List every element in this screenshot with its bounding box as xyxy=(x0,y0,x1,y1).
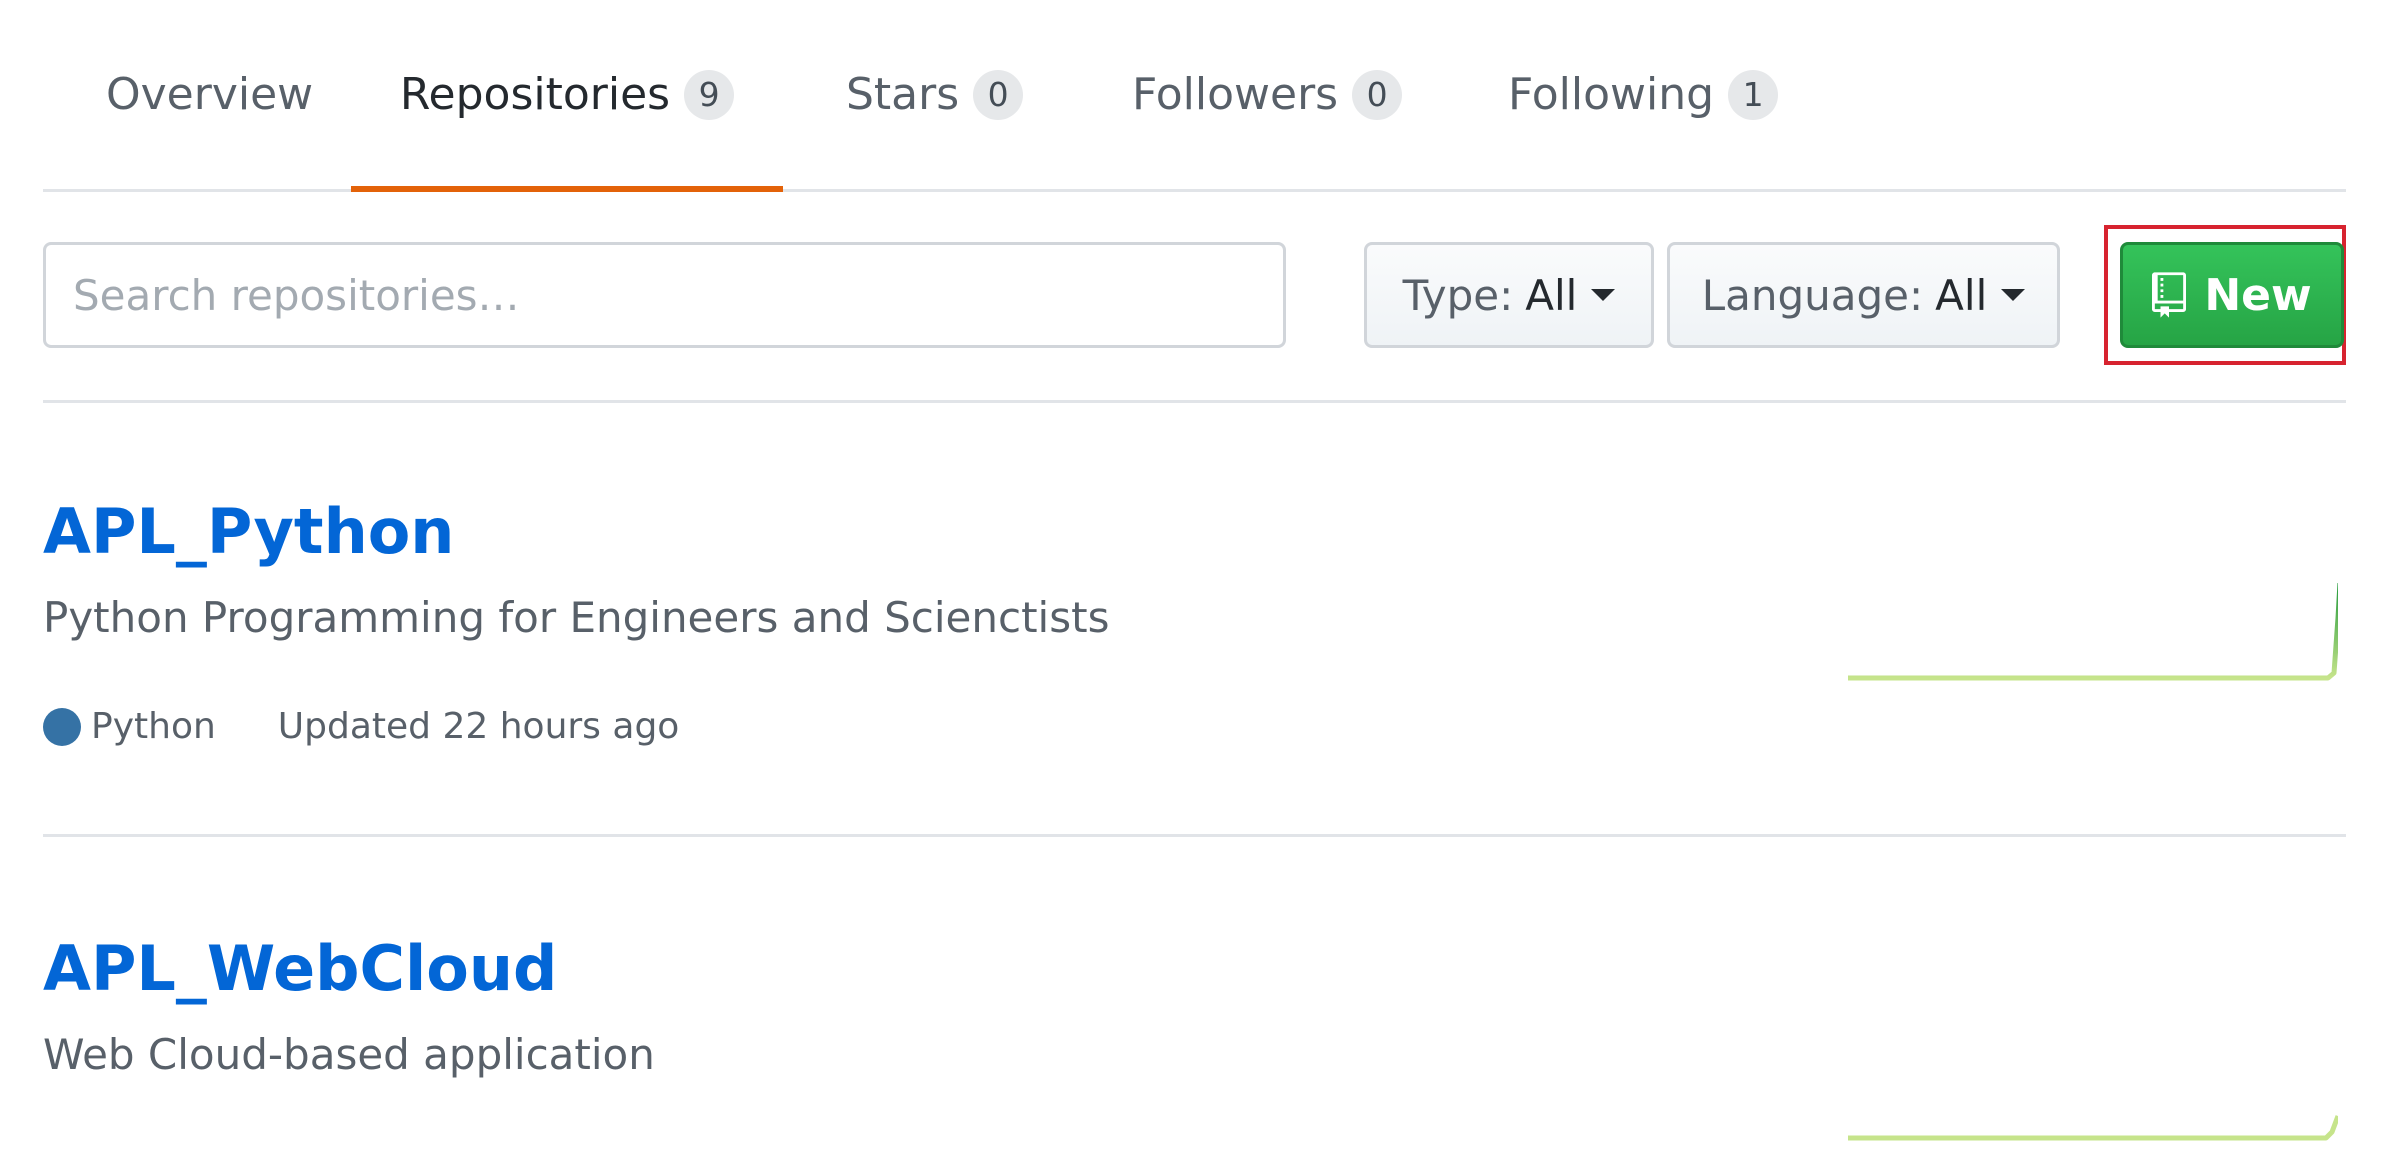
repositories-count-badge: 9 xyxy=(684,69,735,120)
language-filter-value: All xyxy=(1935,270,1988,320)
repo-filter-bar: Type: All Language: All New xyxy=(43,192,2346,403)
tab-overview[interactable]: Overview xyxy=(106,0,313,189)
repo-name-link[interactable]: APL_Python xyxy=(43,495,454,568)
profile-tabs: Overview Repositories 9 Stars 0 Follower… xyxy=(43,0,2346,192)
repo-icon xyxy=(2152,271,2187,319)
tab-stars[interactable]: Stars 0 xyxy=(846,0,1024,189)
repo-meta: Python Updated 22 hours ago xyxy=(43,706,679,747)
repo-language: Python xyxy=(91,706,216,747)
repo-description: Python Programming for Engineers and Sci… xyxy=(43,593,1110,642)
type-filter-dropdown[interactable]: Type: All xyxy=(1364,242,1654,348)
language-color-dot xyxy=(43,707,81,746)
stars-count-badge: 0 xyxy=(973,69,1024,120)
activity-sparkline xyxy=(1848,583,2338,681)
repo-description: Web Cloud-based application xyxy=(43,1030,655,1079)
search-repositories-input[interactable] xyxy=(43,242,1286,348)
tab-followers-label: Followers xyxy=(1132,69,1339,120)
repo-list-item: APL_Python Python Programming for Engine… xyxy=(43,403,2346,837)
following-count-badge: 1 xyxy=(1728,69,1779,120)
tab-stars-label: Stars xyxy=(846,69,960,120)
tab-repositories-label: Repositories xyxy=(399,69,671,120)
followers-count-badge: 0 xyxy=(1352,69,1403,120)
tab-followers[interactable]: Followers 0 xyxy=(1132,0,1403,189)
language-filter-label: Language: xyxy=(1701,270,1924,320)
type-filter-label: Type: xyxy=(1402,270,1514,320)
repo-name-link[interactable]: APL_WebCloud xyxy=(43,932,557,1005)
language-filter-dropdown[interactable]: Language: All xyxy=(1667,242,2060,348)
type-filter-value: All xyxy=(1525,270,1578,320)
tab-overview-label: Overview xyxy=(106,69,314,120)
tab-following-label: Following xyxy=(1508,69,1715,120)
activity-sparkline xyxy=(1848,1115,2338,1141)
caret-down-icon xyxy=(2001,289,2026,301)
new-button-label: New xyxy=(2204,269,2312,321)
caret-down-icon xyxy=(1591,289,1616,301)
repo-list-item: APL_WebCloud Web Cloud-based application xyxy=(43,840,2346,1141)
tab-repositories[interactable]: Repositories 9 xyxy=(351,0,783,192)
tab-following[interactable]: Following 1 xyxy=(1508,0,1779,189)
repo-updated-time: Updated 22 hours ago xyxy=(277,706,680,747)
new-repository-button[interactable]: New xyxy=(2120,242,2344,348)
